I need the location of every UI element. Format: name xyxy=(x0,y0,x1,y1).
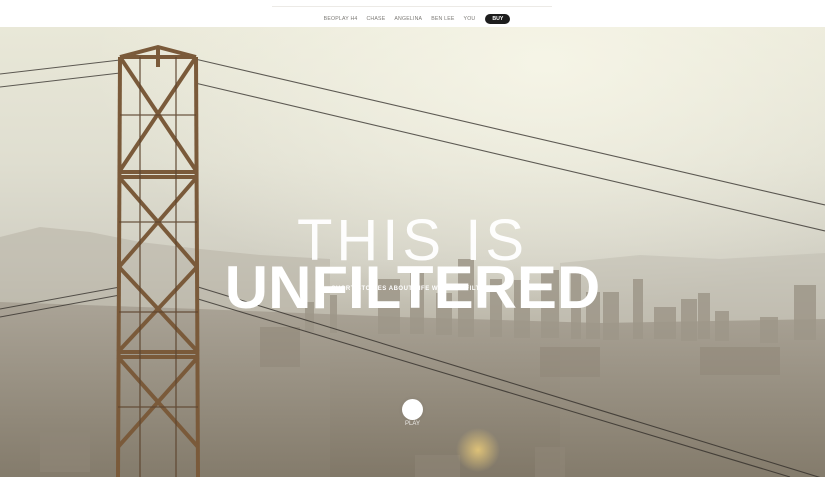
nav-item-you[interactable]: YOU xyxy=(464,16,476,22)
hero-tagline: SHORT STORIES ABOUT LIFE WITHOUT FILTERS xyxy=(331,286,494,292)
nav-item-chase[interactable]: CHASE xyxy=(366,16,385,22)
play-label[interactable]: PLAY xyxy=(392,421,433,427)
nav-item-angelina[interactable]: ANGELINA xyxy=(394,16,422,22)
top-divider xyxy=(272,6,552,7)
play-circle-icon[interactable] xyxy=(402,399,423,420)
nav-item-beoplay-h4[interactable]: BEOPLAY H4 xyxy=(324,16,358,22)
nav-item-ben-lee[interactable]: BEN LEE xyxy=(431,16,454,22)
main-nav: BEOPLAY H4 CHASE ANGELINA BEN LEE YOU BU… xyxy=(0,13,825,24)
top-navigation-bar: BEOPLAY H4 CHASE ANGELINA BEN LEE YOU BU… xyxy=(0,0,825,27)
buy-button[interactable]: BUY xyxy=(485,13,511,24)
